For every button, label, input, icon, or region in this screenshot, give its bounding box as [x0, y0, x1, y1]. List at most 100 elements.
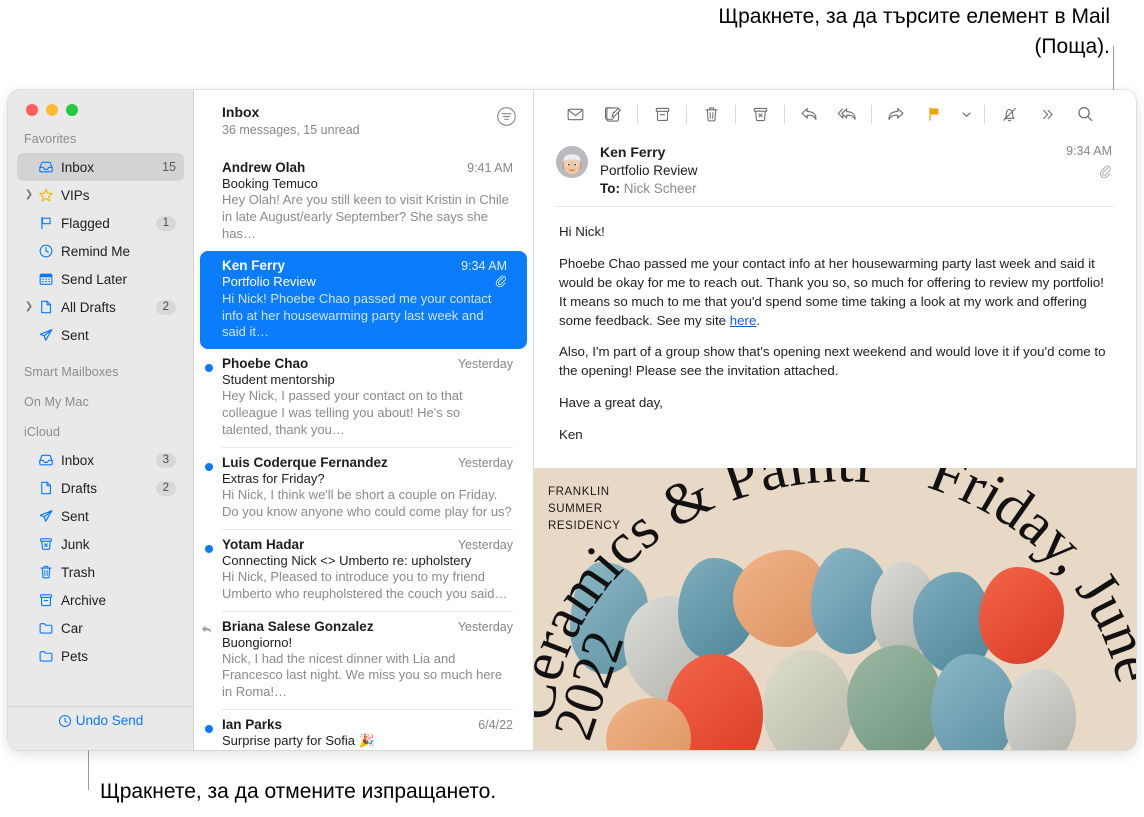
to-label: To:: [600, 181, 620, 196]
callout-bottom-text: Щракнете, за да отмените изпращането.: [100, 780, 497, 803]
body-p1-pre: Phoebe Chao passed me your contact info …: [559, 255, 1104, 328]
sidebar-item-label: Car: [61, 620, 83, 636]
search-icon[interactable]: [1066, 99, 1104, 129]
message-preview: Hey Nick, I passed your contact on to th…: [222, 388, 463, 438]
message-sender: Briana Salese Gonzalez: [222, 618, 374, 634]
document-icon: [35, 480, 57, 496]
message-list-item[interactable]: Luis Coderque Fernandez Yesterday Extras f…: [194, 448, 533, 529]
sidebar-item-junk[interactable]: ❯Junk: [17, 530, 184, 558]
more-icon[interactable]: [1028, 99, 1066, 129]
sidebar-item-send-later[interactable]: ❯Send Later: [17, 265, 184, 293]
message-sender: Andrew Olah: [222, 160, 306, 175]
sidebar-item-inbox[interactable]: ❯Inbox3: [17, 446, 184, 474]
window-controls[interactable]: [8, 90, 193, 116]
message-sender: Phoebe Chao: [222, 356, 309, 372]
message-time: 9:34 AM: [1066, 144, 1112, 158]
message-list-item[interactable]: Andrew Olah 9:41 AM Booking Temuco Hey Olah…: [194, 153, 533, 251]
forward-icon[interactable]: [877, 99, 915, 129]
sidebar-item-inbox[interactable]: ❯Inbox15: [17, 153, 184, 181]
message-subject: Portfolio Review: [600, 163, 698, 178]
archive-icon[interactable]: [643, 99, 681, 129]
junk-icon: [35, 536, 57, 552]
sidebar-item-label: Pets: [61, 648, 89, 664]
sidebar-item-label: Send Later: [61, 271, 128, 287]
mark-unread-icon[interactable]: [556, 99, 594, 129]
message-date: 9:41 AM: [467, 161, 513, 175]
message-list-item[interactable]: Phoebe Chao Yesterday Student mentorship He…: [194, 349, 533, 447]
sidebar-item-flagged[interactable]: ❯Flagged1: [17, 209, 184, 237]
sidebar-item-trash[interactable]: ❯Trash: [17, 558, 184, 586]
site-link[interactable]: here: [730, 313, 757, 328]
folder-icon: [35, 648, 57, 664]
paper-plane-icon: [35, 508, 57, 524]
replied-icon: [200, 623, 213, 641]
flag-icon: [35, 215, 57, 231]
message-list-pane: Inbox 36 messages, 15 unread Andrew Olah…: [194, 90, 534, 750]
flag-icon[interactable]: [915, 99, 953, 129]
attachment-poster[interactable]: FRANKLIN SUMMER RESIDENCY mics & Pa Frid…: [534, 467, 1136, 750]
message-header-text: Ken Ferry Portfolio Review To: Nick Sche…: [588, 144, 1066, 196]
message-sender: Ken Ferry: [600, 144, 666, 160]
toolbar-divider: [686, 104, 687, 124]
reply-all-icon[interactable]: [828, 99, 866, 129]
toolbar-divider: [784, 104, 785, 124]
paperclip-icon[interactable]: [1066, 164, 1112, 183]
message-header-meta: 9:34 AM: [1066, 144, 1112, 196]
sidebar-item-label: Inbox: [61, 159, 95, 175]
callout-bottom-leader-line: [88, 748, 89, 790]
memoji-avatar-icon: [556, 146, 588, 178]
maximize-button[interactable]: [66, 104, 78, 116]
mailbox-title: Inbox: [222, 104, 260, 120]
body-signoff: Have a great day,: [559, 395, 663, 411]
filter-button[interactable]: [496, 106, 517, 132]
body-paragraph-1: Phoebe Chao passed me your contact info …: [559, 255, 1106, 331]
disclosure-triangle-icon[interactable]: ❯: [23, 302, 35, 312]
close-button[interactable]: [26, 104, 38, 116]
calendar-icon: [35, 271, 57, 287]
message-list-header: Inbox 36 messages, 15 unread: [194, 90, 533, 137]
disclosure-triangle-icon[interactable]: ❯: [23, 190, 35, 200]
body-p1-post: .: [756, 312, 761, 328]
poster-residency-text: FRANKLIN SUMMER RESIDENCY: [548, 484, 621, 536]
message-list-item[interactable]: Ken Ferry 9:34 AM Portfolio Review Hi Nick!…: [200, 250, 527, 350]
to-value[interactable]: Nick Scheer: [624, 181, 697, 196]
sidebar-item-drafts[interactable]: ❯Drafts2: [17, 474, 184, 502]
sidebar-item-vips[interactable]: ❯ VIPs: [17, 181, 184, 209]
message-list-item[interactable]: Briana Salese Gonzalez Yesterday Buongiorn…: [194, 612, 533, 710]
reply-icon[interactable]: [790, 99, 828, 129]
chevron-down-icon[interactable]: [953, 99, 979, 129]
sidebar-item-car[interactable]: ❯Car: [17, 614, 184, 642]
sidebar-item-label: All Drafts: [61, 299, 116, 315]
sidebar-item-label: Flagged: [61, 215, 110, 231]
junk-icon[interactable]: [741, 99, 779, 129]
trash-icon[interactable]: [692, 99, 730, 129]
sidebar-item-archive[interactable]: ❯Archive: [17, 586, 184, 614]
sidebar-item-all-drafts[interactable]: ❯ All Drafts 2: [17, 293, 184, 321]
sidebar-section-favorites: Favorites: [24, 132, 77, 146]
sidebar-section-icloud: iCloud: [24, 425, 61, 439]
message-subject: Extras for Friday?: [222, 471, 325, 487]
message-list-item[interactable]: Ian Parks 6/4/22 Surprise party for Sofia …: [194, 710, 533, 750]
message-date: Yesterday: [457, 456, 513, 471]
message-subject: Connecting Nick <> Umberto re: upholster…: [222, 552, 472, 568]
sidebar-item-remind-me[interactable]: ❯Remind Me: [17, 237, 184, 265]
sidebar-item-sent[interactable]: ❯Sent: [17, 321, 184, 349]
document-icon: [35, 299, 57, 315]
avatar: [556, 146, 588, 178]
message-list-item[interactable]: Yotam Hadar Yesterday Connecting Nick <> U…: [194, 530, 533, 611]
poster-arc-text: Ceramics & Painting Friday, June 2022: [534, 468, 1136, 747]
folder-icon: [35, 620, 57, 636]
message-date: Yesterday: [457, 619, 513, 634]
compose-icon[interactable]: [594, 99, 632, 129]
message-date: Yesterday: [457, 537, 513, 552]
mute-icon[interactable]: [990, 99, 1028, 129]
trash-icon: [35, 564, 57, 580]
inbox-icon: [35, 159, 57, 175]
sidebar-item-sent[interactable]: ❯Sent: [17, 502, 184, 530]
poster-residency-line: FRANKLIN: [548, 485, 610, 498]
svg-text:Friday, June: Friday, June: [921, 468, 1136, 688]
undo-send-button[interactable]: Undo Send: [58, 713, 143, 728]
minimize-button[interactable]: [46, 104, 58, 116]
sidebar-item-pets[interactable]: ❯Pets: [17, 642, 184, 670]
sidebar-item-label: Trash: [61, 564, 96, 580]
